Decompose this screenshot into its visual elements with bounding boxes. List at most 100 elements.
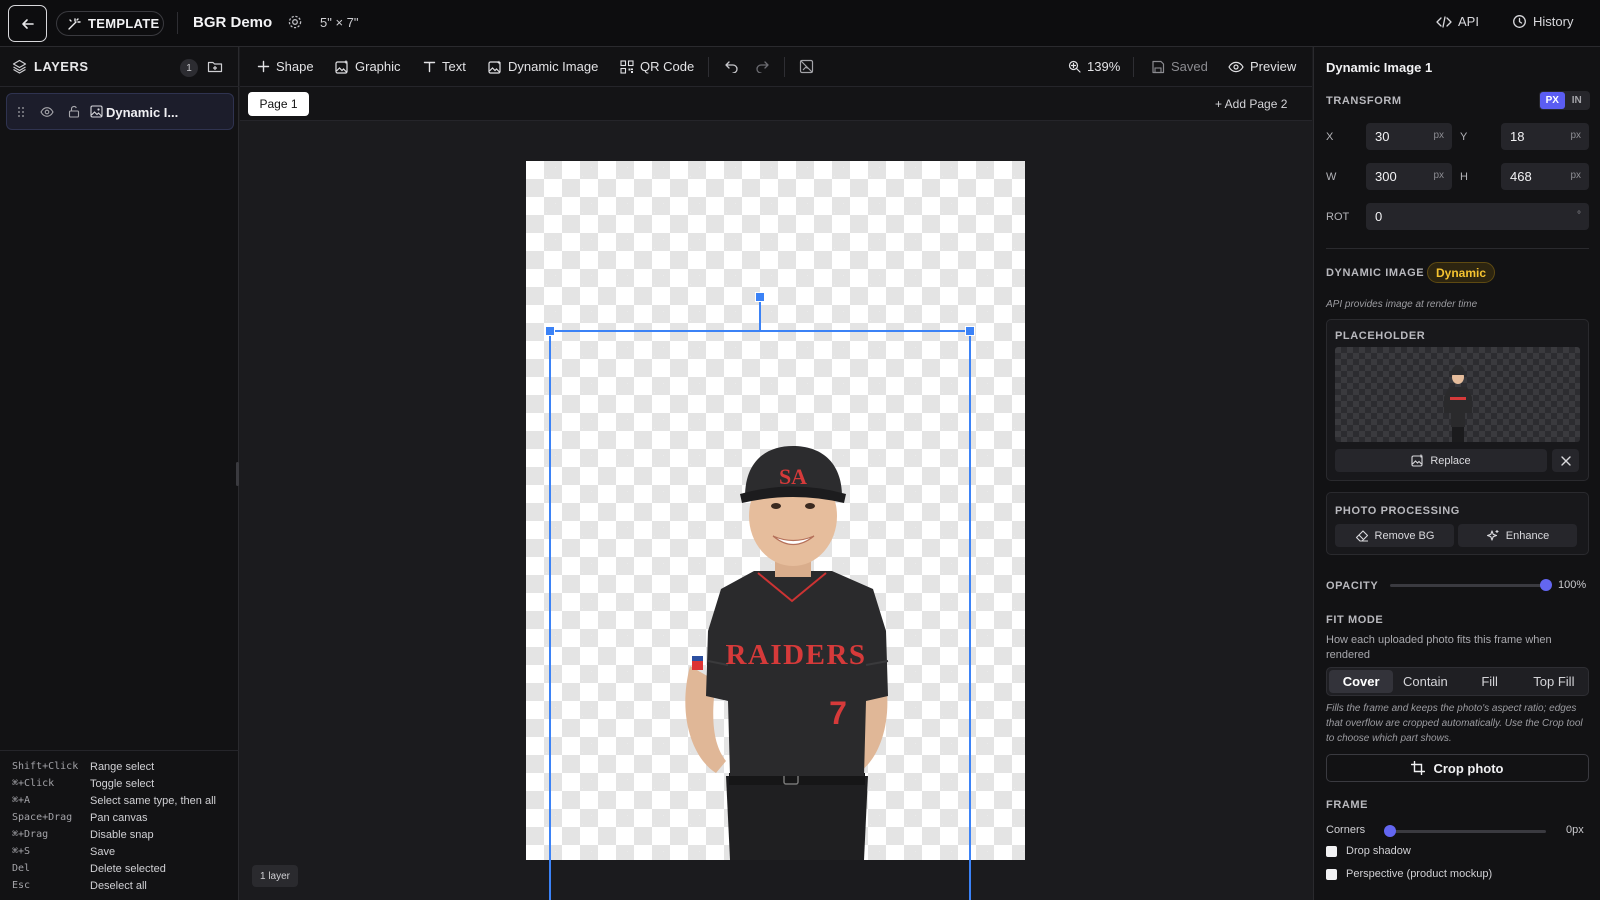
shortcut-row: ⌘+S Save [12, 846, 232, 861]
remove-placeholder-button[interactable] [1552, 449, 1579, 472]
transform-section-label: TRANSFORM [1326, 95, 1402, 107]
zoom-value: 139% [1087, 59, 1121, 74]
divider [1326, 248, 1589, 249]
shortcut-key: ⌘+S [12, 846, 31, 857]
preview-button[interactable]: Preview [1228, 59, 1296, 74]
inspector-title: Dynamic Image 1 [1326, 60, 1433, 75]
replace-button[interactable]: Replace [1335, 449, 1547, 472]
add-dynamic-image-button[interactable]: Dynamic Image [488, 59, 598, 74]
close-icon [1560, 455, 1571, 466]
project-title[interactable]: BGR Demo [193, 14, 272, 31]
placeholder-label: PLACEHOLDER [1335, 330, 1426, 342]
shortcut-desc: Save [90, 846, 116, 858]
page-tabs-bar: Page 1 + Add Page 2 [240, 87, 1312, 121]
opacity-slider-knob[interactable] [1540, 579, 1552, 591]
perspective-label: Perspective (product mockup) [1346, 868, 1493, 880]
y-field[interactable]: 18 px [1501, 123, 1589, 150]
shortcut-row: ⌘+Drag Disable snap [12, 829, 232, 844]
corners-slider[interactable] [1384, 825, 1546, 837]
placeholder-thumbnail[interactable] [1335, 347, 1580, 442]
api-button[interactable]: API [1436, 14, 1479, 29]
enhance-label: Enhance [1505, 529, 1550, 542]
photo-processing-card: PHOTO PROCESSING Remove BG Enhance [1326, 492, 1589, 555]
fit-mode-description: How each uploaded photo fits this frame … [1326, 634, 1552, 661]
height-field[interactable]: 468 px [1501, 163, 1589, 190]
shortcuts-list: Shift+Click Range select ⌘+Click Toggle se… [0, 750, 239, 900]
drop-shadow-checkbox[interactable] [1326, 845, 1337, 857]
back-button[interactable] [8, 5, 47, 42]
x-field[interactable]: 30 px [1366, 123, 1452, 150]
zoom-control[interactable]: 139% [1068, 59, 1120, 74]
crop-label: Crop photo [1433, 760, 1504, 776]
width-field[interactable]: 300 px [1366, 163, 1452, 190]
fit-mode-option[interactable]: Cover [1329, 670, 1394, 693]
shortcut-row: Del Delete selected [12, 863, 232, 878]
shortcut-row: Space+Drag Pan canvas [12, 812, 232, 827]
shape-label: Shape [276, 59, 314, 74]
shortcut-key: ⌘+A [12, 795, 31, 806]
opacity-slider[interactable] [1390, 579, 1552, 591]
panel-resize-handle[interactable] [236, 462, 239, 486]
layer-item[interactable]: Dynamic I... [6, 93, 234, 130]
enhance-button[interactable]: Enhance [1458, 524, 1577, 547]
layers-header: LAYERS 1 [0, 47, 239, 87]
history-button[interactable]: History [1512, 14, 1573, 29]
add-qr-code-button[interactable]: QR Code [620, 59, 694, 74]
add-shape-button[interactable]: Shape [257, 59, 314, 74]
unit-in-option[interactable]: IN [1565, 92, 1590, 109]
canvas[interactable]: SA RAIDERS 7 1 layer [240, 121, 1312, 900]
dynamic-image-icon [488, 60, 502, 74]
shortcut-desc: Range select [90, 761, 155, 773]
fit-mode-selector[interactable]: Cover Contain Fill Top Fill [1326, 667, 1589, 696]
resize-handle-top-right[interactable] [965, 326, 975, 336]
divider [1133, 57, 1134, 77]
drop-shadow-label: Drop shadow [1346, 845, 1411, 857]
opacity-label: OPACITY [1326, 580, 1379, 592]
rotate-handle[interactable] [755, 292, 765, 302]
new-folder-icon[interactable] [207, 59, 223, 74]
layer-item-label: Dynamic I... [106, 105, 179, 120]
unit-px-option[interactable]: PX [1540, 92, 1565, 109]
redo-icon[interactable] [755, 59, 770, 73]
fit-mode-option[interactable]: Fill [1458, 670, 1522, 693]
shortcut-row: Esc Deselect all [12, 880, 232, 895]
gear-icon[interactable] [287, 14, 303, 30]
dynamic-note: API provides image at render time [1326, 299, 1478, 310]
page-size-label[interactable]: 5" × 7" [320, 15, 359, 30]
rot-value: 0 [1375, 209, 1383, 224]
fit-mode-option[interactable]: Contain [1393, 670, 1457, 693]
perspective-toggle[interactable]: Perspective (product mockup) [1326, 868, 1492, 880]
y-value: 18 [1510, 129, 1525, 144]
template-mode-pill[interactable]: TEMPLATE [56, 11, 164, 36]
qr-code-icon [620, 59, 634, 74]
layers-title: LAYERS [34, 59, 89, 74]
magic-wand-icon [67, 17, 81, 31]
snap-off-icon[interactable] [799, 59, 814, 74]
fit-mode-label: FIT MODE [1326, 614, 1384, 626]
undo-icon[interactable] [724, 59, 739, 73]
corners-slider-knob[interactable] [1384, 825, 1396, 837]
perspective-checkbox[interactable] [1326, 868, 1337, 880]
unit-toggle[interactable]: PX IN [1539, 91, 1590, 110]
rotation-field[interactable]: 0 ° [1366, 203, 1589, 230]
add-graphic-button[interactable]: Graphic [335, 59, 401, 74]
resize-handle-top-left[interactable] [545, 326, 555, 336]
zoom-icon [1068, 60, 1081, 73]
eye-icon [1228, 61, 1244, 73]
eye-icon[interactable] [40, 106, 54, 118]
drop-shadow-toggle[interactable]: Drop shadow [1326, 845, 1411, 857]
page-tab[interactable]: Page 1 [248, 92, 309, 116]
crop-photo-button[interactable]: Crop photo [1326, 754, 1589, 782]
api-label: API [1458, 14, 1479, 29]
remove-bg-button[interactable]: Remove BG [1335, 524, 1454, 547]
fit-mode-option[interactable]: Top Fill [1522, 670, 1586, 693]
selection-frame[interactable] [240, 121, 1312, 900]
text-icon [423, 60, 436, 73]
add-text-button[interactable]: Text [423, 59, 466, 74]
corners-value: 0px [1566, 824, 1584, 836]
add-page-button[interactable]: + Add Page 2 [1215, 97, 1287, 111]
drag-handle-icon[interactable] [17, 106, 25, 118]
unlock-icon[interactable] [68, 105, 80, 118]
unit-label: px [1570, 130, 1581, 141]
image-plus-icon [335, 60, 349, 74]
